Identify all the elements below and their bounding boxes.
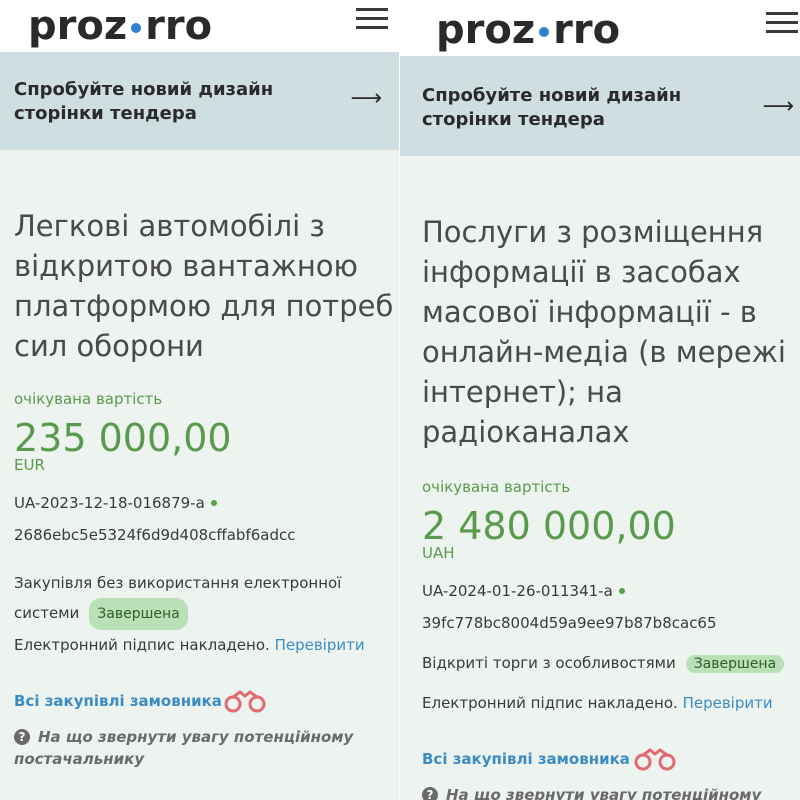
menu-icon[interactable]	[766, 12, 798, 34]
status-badge: Завершена	[89, 598, 188, 630]
menu-icon[interactable]	[356, 8, 388, 30]
expected-value-label: очікувана вартість	[14, 390, 163, 408]
status-dot-icon	[210, 500, 217, 506]
new-design-banner[interactable]: Спробуйте новий дизайн сторінки тендера …	[0, 52, 400, 150]
all-buyer-tenders-link[interactable]: Всі закупівлі замовника	[422, 750, 630, 768]
question-circle-icon: ?	[422, 787, 438, 800]
arrow-right-icon[interactable]: ⟶	[762, 94, 794, 119]
prozorro-logo[interactable]: proz rro	[436, 6, 620, 54]
tender-title: Послуги з розміщення інформації в засоба…	[422, 215, 786, 449]
signature-text: Електронний підпис накладено.	[14, 636, 270, 654]
hint-text: На що звернути увагу потенційному постач…	[446, 786, 762, 800]
expected-amount: 2 480 000,00	[422, 504, 676, 548]
logo-dot	[539, 27, 550, 37]
logo-dot	[131, 23, 142, 33]
prozorro-logo[interactable]: proz rro	[28, 2, 212, 50]
currency: EUR	[14, 456, 45, 474]
top-bar: proz rro	[400, 0, 800, 56]
arrow-right-icon[interactable]: ⟶	[350, 86, 382, 111]
tender-id-text: UA-2023-12-18-016879-a	[14, 494, 205, 512]
procurement-type: Закупівля без використання електронної с…	[14, 568, 354, 630]
banner-text: Спробуйте новий дизайн сторінки тендера	[422, 85, 682, 130]
tender-hash: 39fc778bc8004d59a9ee97b87b8cac65	[422, 614, 717, 632]
logo-text-right: rro	[145, 3, 213, 49]
logo-text-left: proz	[28, 3, 128, 49]
tender-id: UA-2023-12-18-016879-a	[14, 494, 217, 512]
question-circle-icon: ?	[14, 729, 30, 745]
signature-line: Електронний підпис накладено. Перевірити	[422, 694, 773, 712]
binoculars-icon[interactable]	[632, 746, 678, 772]
signature-text: Електронний підпис накладено.	[422, 694, 678, 712]
signature-line: Електронний підпис накладено. Перевірити	[14, 636, 365, 654]
supplier-hint[interactable]: ? На що звернути увагу потенційному поста…	[422, 784, 762, 800]
hint-text: На що звернути увагу потенційному постач…	[14, 728, 354, 768]
tender-id: UA-2024-01-26-011341-a	[422, 582, 625, 600]
banner-text: Спробуйте новий дизайн сторінки тендера	[14, 79, 274, 124]
all-buyer-tenders-link[interactable]: Всі закупівлі замовника	[14, 692, 222, 710]
new-design-banner[interactable]: Спробуйте новий дизайн сторінки тендера …	[400, 56, 800, 156]
panel-right: proz rro Спробуйте новий дизайн сторінки …	[400, 0, 800, 800]
procurement-type: Відкриті торги з особливостями Завершена	[422, 654, 785, 673]
procurement-type-text: Відкриті торги з особливостями	[422, 654, 676, 672]
expected-amount: 235 000,00	[14, 416, 232, 460]
currency: UAH	[422, 544, 455, 562]
supplier-hint[interactable]: ?На що звернути увагу потенційному поста…	[14, 726, 354, 770]
tender-title: Легкові автомобілі з відкритою вантажною…	[14, 209, 394, 363]
verify-link[interactable]: Перевірити	[275, 636, 365, 654]
tender-hash: 2686ebc5e5324f6d9d408cffabf6adcc	[14, 526, 296, 544]
status-dot-icon	[618, 588, 625, 594]
status-badge: Завершена	[685, 655, 785, 673]
verify-link[interactable]: Перевірити	[683, 694, 773, 712]
tender-id-text: UA-2024-01-26-011341-a	[422, 582, 613, 600]
panel-left: proz rro Спробуйте новий дизайн сторінки …	[0, 0, 400, 800]
top-bar: proz rro	[0, 0, 400, 52]
expected-value-label: очікувана вартість	[422, 478, 571, 496]
logo-text-left: proz	[436, 7, 536, 53]
binoculars-icon[interactable]	[222, 688, 268, 714]
logo-text-right: rro	[553, 7, 621, 53]
